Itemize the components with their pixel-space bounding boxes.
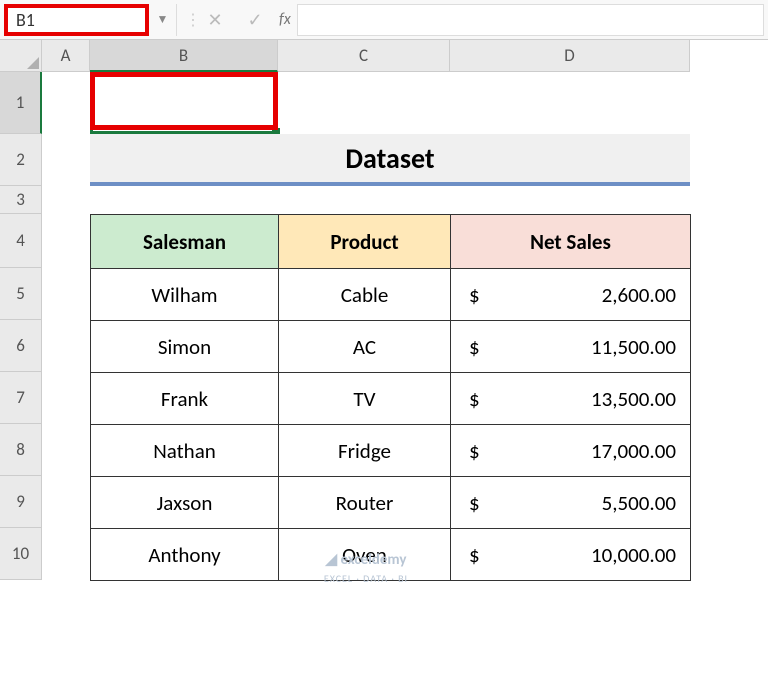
cell-netsales[interactable]: $17,000.00: [451, 425, 691, 477]
cell-product[interactable]: Router: [279, 477, 451, 529]
row-header-3[interactable]: 3: [0, 186, 42, 214]
table-row: WilhamCable$2,600.00: [91, 269, 691, 321]
separator: ⋮: [185, 10, 195, 30]
row-header-6[interactable]: 6: [0, 320, 42, 372]
cell-product[interactable]: TV: [279, 373, 451, 425]
cell-salesman[interactable]: Jaxson: [91, 477, 279, 529]
table-row: SimonAC$11,500.00: [91, 321, 691, 373]
row-header-7[interactable]: 7: [0, 372, 42, 424]
header-product[interactable]: Product: [279, 215, 451, 269]
watermark-brand: exceldemy: [340, 551, 406, 569]
row-header-2[interactable]: 2: [0, 134, 42, 186]
row-headers: 1 2 3 4 5 6 7 8 9 10: [0, 72, 42, 580]
row-header-8[interactable]: 8: [0, 424, 42, 476]
cell-product[interactable]: AC: [279, 321, 451, 373]
cell-salesman[interactable]: Wilham: [91, 269, 279, 321]
table-header-row: Salesman Product Net Sales: [91, 215, 691, 269]
data-table: Salesman Product Net Sales WilhamCable$2…: [90, 214, 691, 581]
col-header-D[interactable]: D: [450, 40, 690, 72]
col-header-A[interactable]: A: [42, 40, 90, 72]
column-headers: A B C D: [42, 40, 768, 72]
fx-icon[interactable]: fx: [279, 10, 291, 29]
watermark-tagline: EXCEL · DATA · BI: [324, 572, 408, 585]
row-header-9[interactable]: 9: [0, 476, 42, 528]
table-row: FrankTV$13,500.00: [91, 373, 691, 425]
table-row: NathanFridge$17,000.00: [91, 425, 691, 477]
cell-netsales[interactable]: $5,500.00: [451, 477, 691, 529]
header-netsales[interactable]: Net Sales: [451, 215, 691, 269]
cell-netsales[interactable]: $2,600.00: [451, 269, 691, 321]
row-header-4[interactable]: 4: [0, 214, 42, 268]
cell-salesman[interactable]: Simon: [91, 321, 279, 373]
table-row: JaxsonRouter$5,500.00: [91, 477, 691, 529]
select-all-corner[interactable]: [0, 40, 42, 72]
spreadsheet-grid: 1 2 3 4 5 6 7 8 9 10 A B C D Dataset: [0, 40, 768, 580]
cell-product[interactable]: Cable: [279, 269, 451, 321]
cell-product[interactable]: Fridge: [279, 425, 451, 477]
watermark-logo-icon: ◢: [326, 551, 341, 569]
active-cell-B1[interactable]: [90, 72, 278, 134]
col-header-B[interactable]: B: [90, 40, 278, 72]
cell-salesman[interactable]: Frank: [91, 373, 279, 425]
row-header-10[interactable]: 10: [0, 528, 42, 580]
watermark: ◢ exceldemy EXCEL · DATA · BI: [42, 550, 690, 587]
name-box-dropdown[interactable]: ▼: [149, 4, 177, 36]
header-salesman[interactable]: Salesman: [91, 215, 279, 269]
name-box[interactable]: B1: [4, 4, 149, 36]
formula-bar: B1 ▼ ⋮ ✕ ✓ fx: [0, 0, 768, 40]
cell-salesman[interactable]: Nathan: [91, 425, 279, 477]
row-header-1[interactable]: 1: [0, 72, 42, 134]
row-header-5[interactable]: 5: [0, 268, 42, 320]
col-header-C[interactable]: C: [278, 40, 450, 72]
cell-netsales[interactable]: $11,500.00: [451, 321, 691, 373]
formula-input[interactable]: [297, 4, 764, 36]
enter-icon[interactable]: ✓: [235, 4, 275, 36]
dataset-title-cell[interactable]: Dataset: [90, 134, 690, 186]
cell-netsales[interactable]: $13,500.00: [451, 373, 691, 425]
cancel-icon[interactable]: ✕: [195, 4, 235, 36]
